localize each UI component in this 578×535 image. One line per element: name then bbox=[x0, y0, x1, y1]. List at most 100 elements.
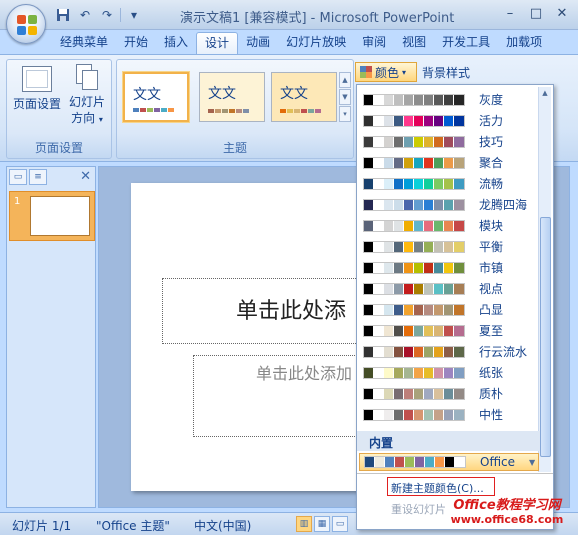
colors-button[interactable]: 颜色 ▾ bbox=[355, 62, 417, 82]
tab-0[interactable]: 经典菜单 bbox=[52, 32, 116, 54]
tab-8[interactable]: 开发工具 bbox=[434, 32, 498, 54]
swatch bbox=[444, 241, 454, 252]
tab-9[interactable]: 加载项 bbox=[498, 32, 550, 54]
redo-icon[interactable]: ↷ bbox=[98, 6, 116, 24]
swatch bbox=[454, 388, 464, 399]
scheme-swatches bbox=[363, 219, 465, 232]
scrollbar-thumb[interactable] bbox=[540, 217, 551, 457]
swatch bbox=[394, 283, 404, 294]
page-setup-button[interactable]: 页面设置 bbox=[11, 66, 63, 112]
swatch bbox=[374, 94, 384, 105]
swatch bbox=[404, 388, 414, 399]
color-scheme-item[interactable]: 龙腾四海 bbox=[359, 194, 537, 215]
scroll-up-icon[interactable]: ▲ bbox=[539, 87, 551, 99]
swatch bbox=[414, 136, 424, 147]
color-scheme-item[interactable]: 灰度 bbox=[359, 89, 537, 110]
swatch bbox=[384, 262, 394, 273]
swatch bbox=[404, 346, 414, 357]
swatch bbox=[454, 157, 464, 168]
color-scheme-item[interactable]: 技巧 bbox=[359, 131, 537, 152]
swatch bbox=[424, 367, 434, 378]
theme-thumbnail-2[interactable]: 文文 bbox=[199, 72, 265, 122]
tab-3[interactable]: 设计 bbox=[196, 32, 239, 54]
swatch bbox=[364, 136, 374, 147]
tab-4[interactable]: 动画 bbox=[238, 32, 278, 54]
color-scheme-item[interactable]: 夏至 bbox=[359, 320, 537, 341]
background-style-button[interactable]: 背景样式 bbox=[422, 64, 470, 81]
theme-thumbnail-3[interactable]: 文文 bbox=[271, 72, 337, 122]
color-scheme-item[interactable]: 质朴 bbox=[359, 383, 537, 404]
swatch bbox=[434, 367, 444, 378]
themes-gallery-scroll[interactable]: ▲ ▼ ▾ bbox=[339, 72, 351, 122]
tab-1[interactable]: 开始 bbox=[116, 32, 156, 54]
watermark-line-2: www.office68.com bbox=[450, 513, 564, 526]
color-scheme-item[interactable]: 活力 bbox=[359, 110, 537, 131]
slides-tab-icon[interactable]: ▭ bbox=[9, 169, 27, 185]
swatch bbox=[414, 283, 424, 294]
gallery-expand-icon[interactable]: ▾ bbox=[339, 106, 351, 122]
swatch bbox=[374, 241, 384, 252]
swatch bbox=[374, 262, 384, 273]
tab-6[interactable]: 审阅 bbox=[354, 32, 394, 54]
color-scheme-item[interactable]: 聚合 bbox=[359, 152, 537, 173]
office-scheme-name: Office bbox=[480, 455, 516, 469]
close-button[interactable]: ✕ bbox=[550, 3, 574, 23]
color-scheme-office[interactable]: Office ▼ bbox=[359, 453, 539, 471]
dropdown-scrollbar[interactable]: ▲ bbox=[538, 87, 551, 472]
swatch bbox=[424, 241, 434, 252]
scroll-down-icon[interactable]: ▼ bbox=[339, 89, 351, 105]
swatch bbox=[375, 457, 385, 467]
slide-sorter-icon[interactable]: ▦ bbox=[314, 516, 330, 532]
minimize-button[interactable]: – bbox=[498, 3, 522, 23]
customize-qat-button[interactable]: ▾ bbox=[125, 6, 143, 24]
office-button[interactable] bbox=[6, 4, 46, 44]
scheme-name: 夏至 bbox=[479, 324, 504, 338]
swatch bbox=[394, 367, 404, 378]
color-scheme-item[interactable]: 中性 bbox=[359, 404, 537, 425]
scheme-name: 技巧 bbox=[479, 135, 504, 149]
swatch bbox=[414, 157, 424, 168]
swatch bbox=[454, 262, 464, 273]
swatch bbox=[384, 283, 394, 294]
close-icon[interactable]: ✕ bbox=[80, 169, 91, 184]
theme-thumbnail-1[interactable]: 文文 bbox=[123, 72, 189, 122]
window-controls: – □ ✕ bbox=[498, 3, 574, 23]
color-scheme-item[interactable]: 市镇 bbox=[359, 257, 537, 278]
theme-color-bars bbox=[133, 108, 174, 112]
maximize-button[interactable]: □ bbox=[524, 3, 548, 23]
swatch bbox=[394, 241, 404, 252]
undo-icon[interactable]: ↶ bbox=[76, 6, 94, 24]
language-status[interactable]: 中文(中国) bbox=[194, 517, 251, 534]
scheme-name: 灰度 bbox=[479, 93, 504, 107]
chevron-down-icon: ▾ bbox=[98, 115, 103, 124]
tab-5[interactable]: 幻灯片放映 bbox=[278, 32, 354, 54]
swatch bbox=[374, 325, 384, 336]
swatch bbox=[424, 115, 434, 126]
color-scheme-item[interactable]: 纸张 bbox=[359, 362, 537, 383]
qat-separator bbox=[120, 8, 121, 22]
slide-thumbnail-selected[interactable]: 1 bbox=[9, 191, 95, 241]
swatch bbox=[394, 94, 404, 105]
swatch bbox=[394, 178, 404, 189]
slide-thumbnail[interactable] bbox=[30, 196, 90, 236]
color-scheme-item[interactable]: 凸显 bbox=[359, 299, 537, 320]
slides-pane-tabs: ▭ ≡ ✕ bbox=[7, 167, 95, 187]
swatch bbox=[364, 283, 374, 294]
color-scheme-item[interactable]: 行云流水 bbox=[359, 341, 537, 362]
color-scheme-item[interactable]: 平衡 bbox=[359, 236, 537, 257]
slideshow-icon[interactable]: ▭ bbox=[332, 516, 348, 532]
color-scheme-item[interactable]: 模块 bbox=[359, 215, 537, 236]
slide-orientation-button[interactable]: 幻灯片 方向 ▾ bbox=[65, 62, 109, 128]
swatch bbox=[394, 115, 404, 126]
tab-7[interactable]: 视图 bbox=[394, 32, 434, 54]
scroll-up-icon[interactable]: ▲ bbox=[339, 72, 351, 88]
color-scheme-item[interactable]: 流畅 bbox=[359, 173, 537, 194]
save-icon[interactable] bbox=[54, 6, 72, 24]
tab-2[interactable]: 插入 bbox=[156, 32, 196, 54]
normal-view-icon[interactable]: ▥ bbox=[296, 516, 312, 532]
scheme-name: 流畅 bbox=[479, 177, 504, 191]
scheme-swatches bbox=[363, 324, 465, 337]
outline-tab-icon[interactable]: ≡ bbox=[29, 169, 47, 185]
swatch bbox=[374, 409, 384, 420]
color-scheme-item[interactable]: 视点 bbox=[359, 278, 537, 299]
